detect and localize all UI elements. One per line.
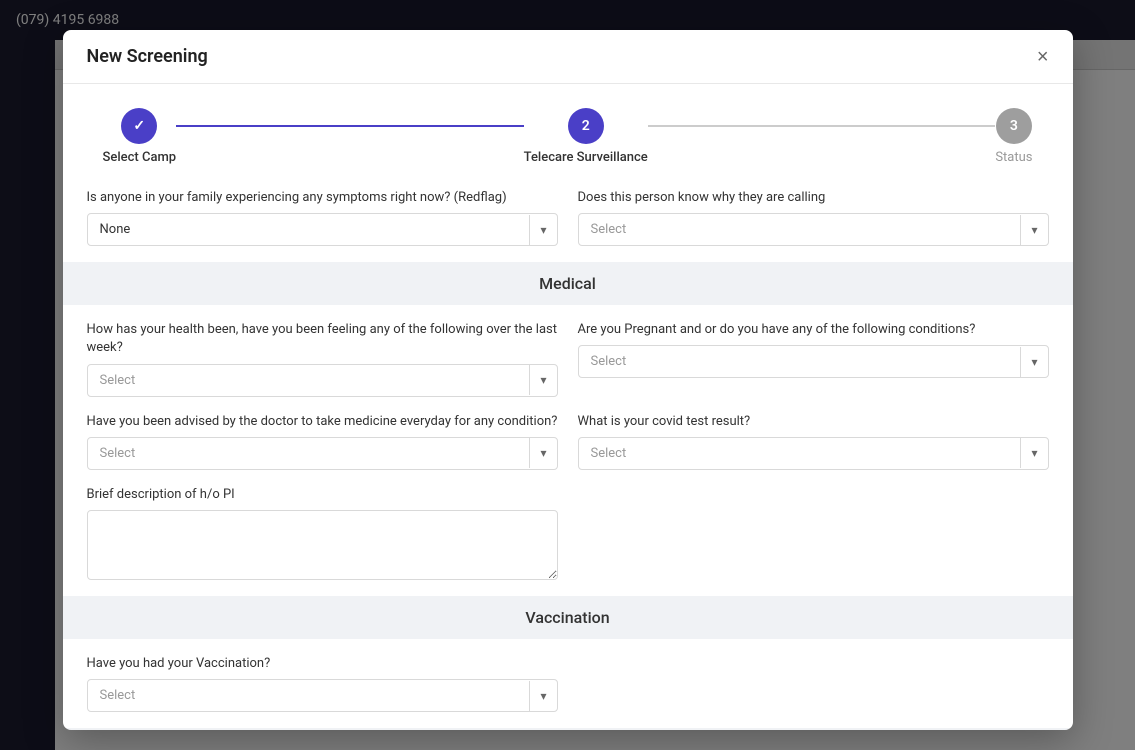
symptom-group: Is anyone in your family experiencing an… <box>87 189 558 246</box>
know-reason-select[interactable]: Select ▾ <box>578 213 1049 246</box>
vaccination-section-header: Vaccination <box>63 596 1073 639</box>
step-label-2: Telecare Surveillance <box>524 150 648 165</box>
new-screening-modal: New Screening × ✓ Select Camp 2 Telecare… <box>63 30 1073 730</box>
top-form-row: Is anyone in your family experiencing an… <box>87 189 1049 246</box>
medicine-value: Select <box>88 438 530 469</box>
covid-test-select[interactable]: Select ▾ <box>578 437 1049 470</box>
medicine-chevron-icon[interactable]: ▾ <box>529 438 556 468</box>
covid-test-chevron-icon[interactable]: ▾ <box>1020 438 1047 468</box>
modal-title: New Screening <box>87 46 208 67</box>
know-reason-value: Select <box>579 214 1021 245</box>
step-circle-1: ✓ <box>121 108 157 144</box>
step-status: 3 Status <box>995 108 1032 165</box>
covid-test-group: What is your covid test result? Select ▾ <box>578 413 1049 470</box>
step-circle-2: 2 <box>568 108 604 144</box>
step-connector-2 <box>648 125 996 127</box>
health-chevron-icon[interactable]: ▾ <box>529 365 556 395</box>
covid-test-label: What is your covid test result? <box>578 413 1049 431</box>
step-label-3: Status <box>995 150 1032 165</box>
medical-row-2: Have you been advised by the doctor to t… <box>87 413 1049 470</box>
health-group: How has your health been, have you been … <box>87 321 558 396</box>
medical-row-1: How has your health been, have you been … <box>87 321 1049 396</box>
symptom-chevron-icon[interactable]: ▾ <box>529 215 556 245</box>
close-button[interactable]: × <box>1037 47 1049 67</box>
symptom-label: Is anyone in your family experiencing an… <box>87 189 558 207</box>
medical-section-header: Medical <box>63 262 1073 305</box>
know-reason-group: Does this person know why they are calli… <box>578 189 1049 246</box>
step-circle-3: 3 <box>996 108 1032 144</box>
medicine-group: Have you been advised by the doctor to t… <box>87 413 558 470</box>
pregnant-group: Are you Pregnant and or do you have any … <box>578 321 1049 396</box>
pregnant-label: Are you Pregnant and or do you have any … <box>578 321 1049 339</box>
vaccination-label: Have you had your Vaccination? <box>87 655 558 673</box>
vaccination-group: Have you had your Vaccination? Select ▾ <box>87 655 558 712</box>
know-reason-chevron-icon[interactable]: ▾ <box>1020 215 1047 245</box>
pi-textarea[interactable] <box>87 510 558 580</box>
step-connector-1 <box>176 125 524 127</box>
pregnant-value: Select <box>579 346 1021 377</box>
vaccination-select[interactable]: Select ▾ <box>87 679 558 712</box>
medicine-label: Have you been advised by the doctor to t… <box>87 413 558 431</box>
health-label: How has your health been, have you been … <box>87 321 558 357</box>
social-section-header: Social Protection <box>63 728 1073 730</box>
health-value: Select <box>88 365 530 396</box>
step-label-1: Select Camp <box>103 150 177 165</box>
pregnant-select[interactable]: Select ▾ <box>578 345 1049 378</box>
vaccination-value: Select <box>88 680 530 711</box>
know-reason-label: Does this person know why they are calli… <box>578 189 1049 207</box>
symptom-select[interactable]: None ▾ <box>87 213 558 246</box>
modal-header: New Screening × <box>63 30 1073 84</box>
pi-label: Brief description of h/o PI <box>87 486 558 504</box>
symptom-value: None <box>88 214 530 245</box>
step-telecare: 2 Telecare Surveillance <box>524 108 648 165</box>
step-select-camp: ✓ Select Camp <box>103 108 177 165</box>
vaccination-chevron-icon[interactable]: ▾ <box>529 681 556 711</box>
stepper: ✓ Select Camp 2 Telecare Surveillance 3 … <box>63 84 1073 189</box>
pregnant-chevron-icon[interactable]: ▾ <box>1020 347 1047 377</box>
covid-test-value: Select <box>579 438 1021 469</box>
pi-group: Brief description of h/o PI <box>87 486 558 580</box>
health-select[interactable]: Select ▾ <box>87 364 558 397</box>
form-body: Is anyone in your family experiencing an… <box>63 189 1073 730</box>
modal-overlay: New Screening × ✓ Select Camp 2 Telecare… <box>0 0 1135 750</box>
medicine-select[interactable]: Select ▾ <box>87 437 558 470</box>
